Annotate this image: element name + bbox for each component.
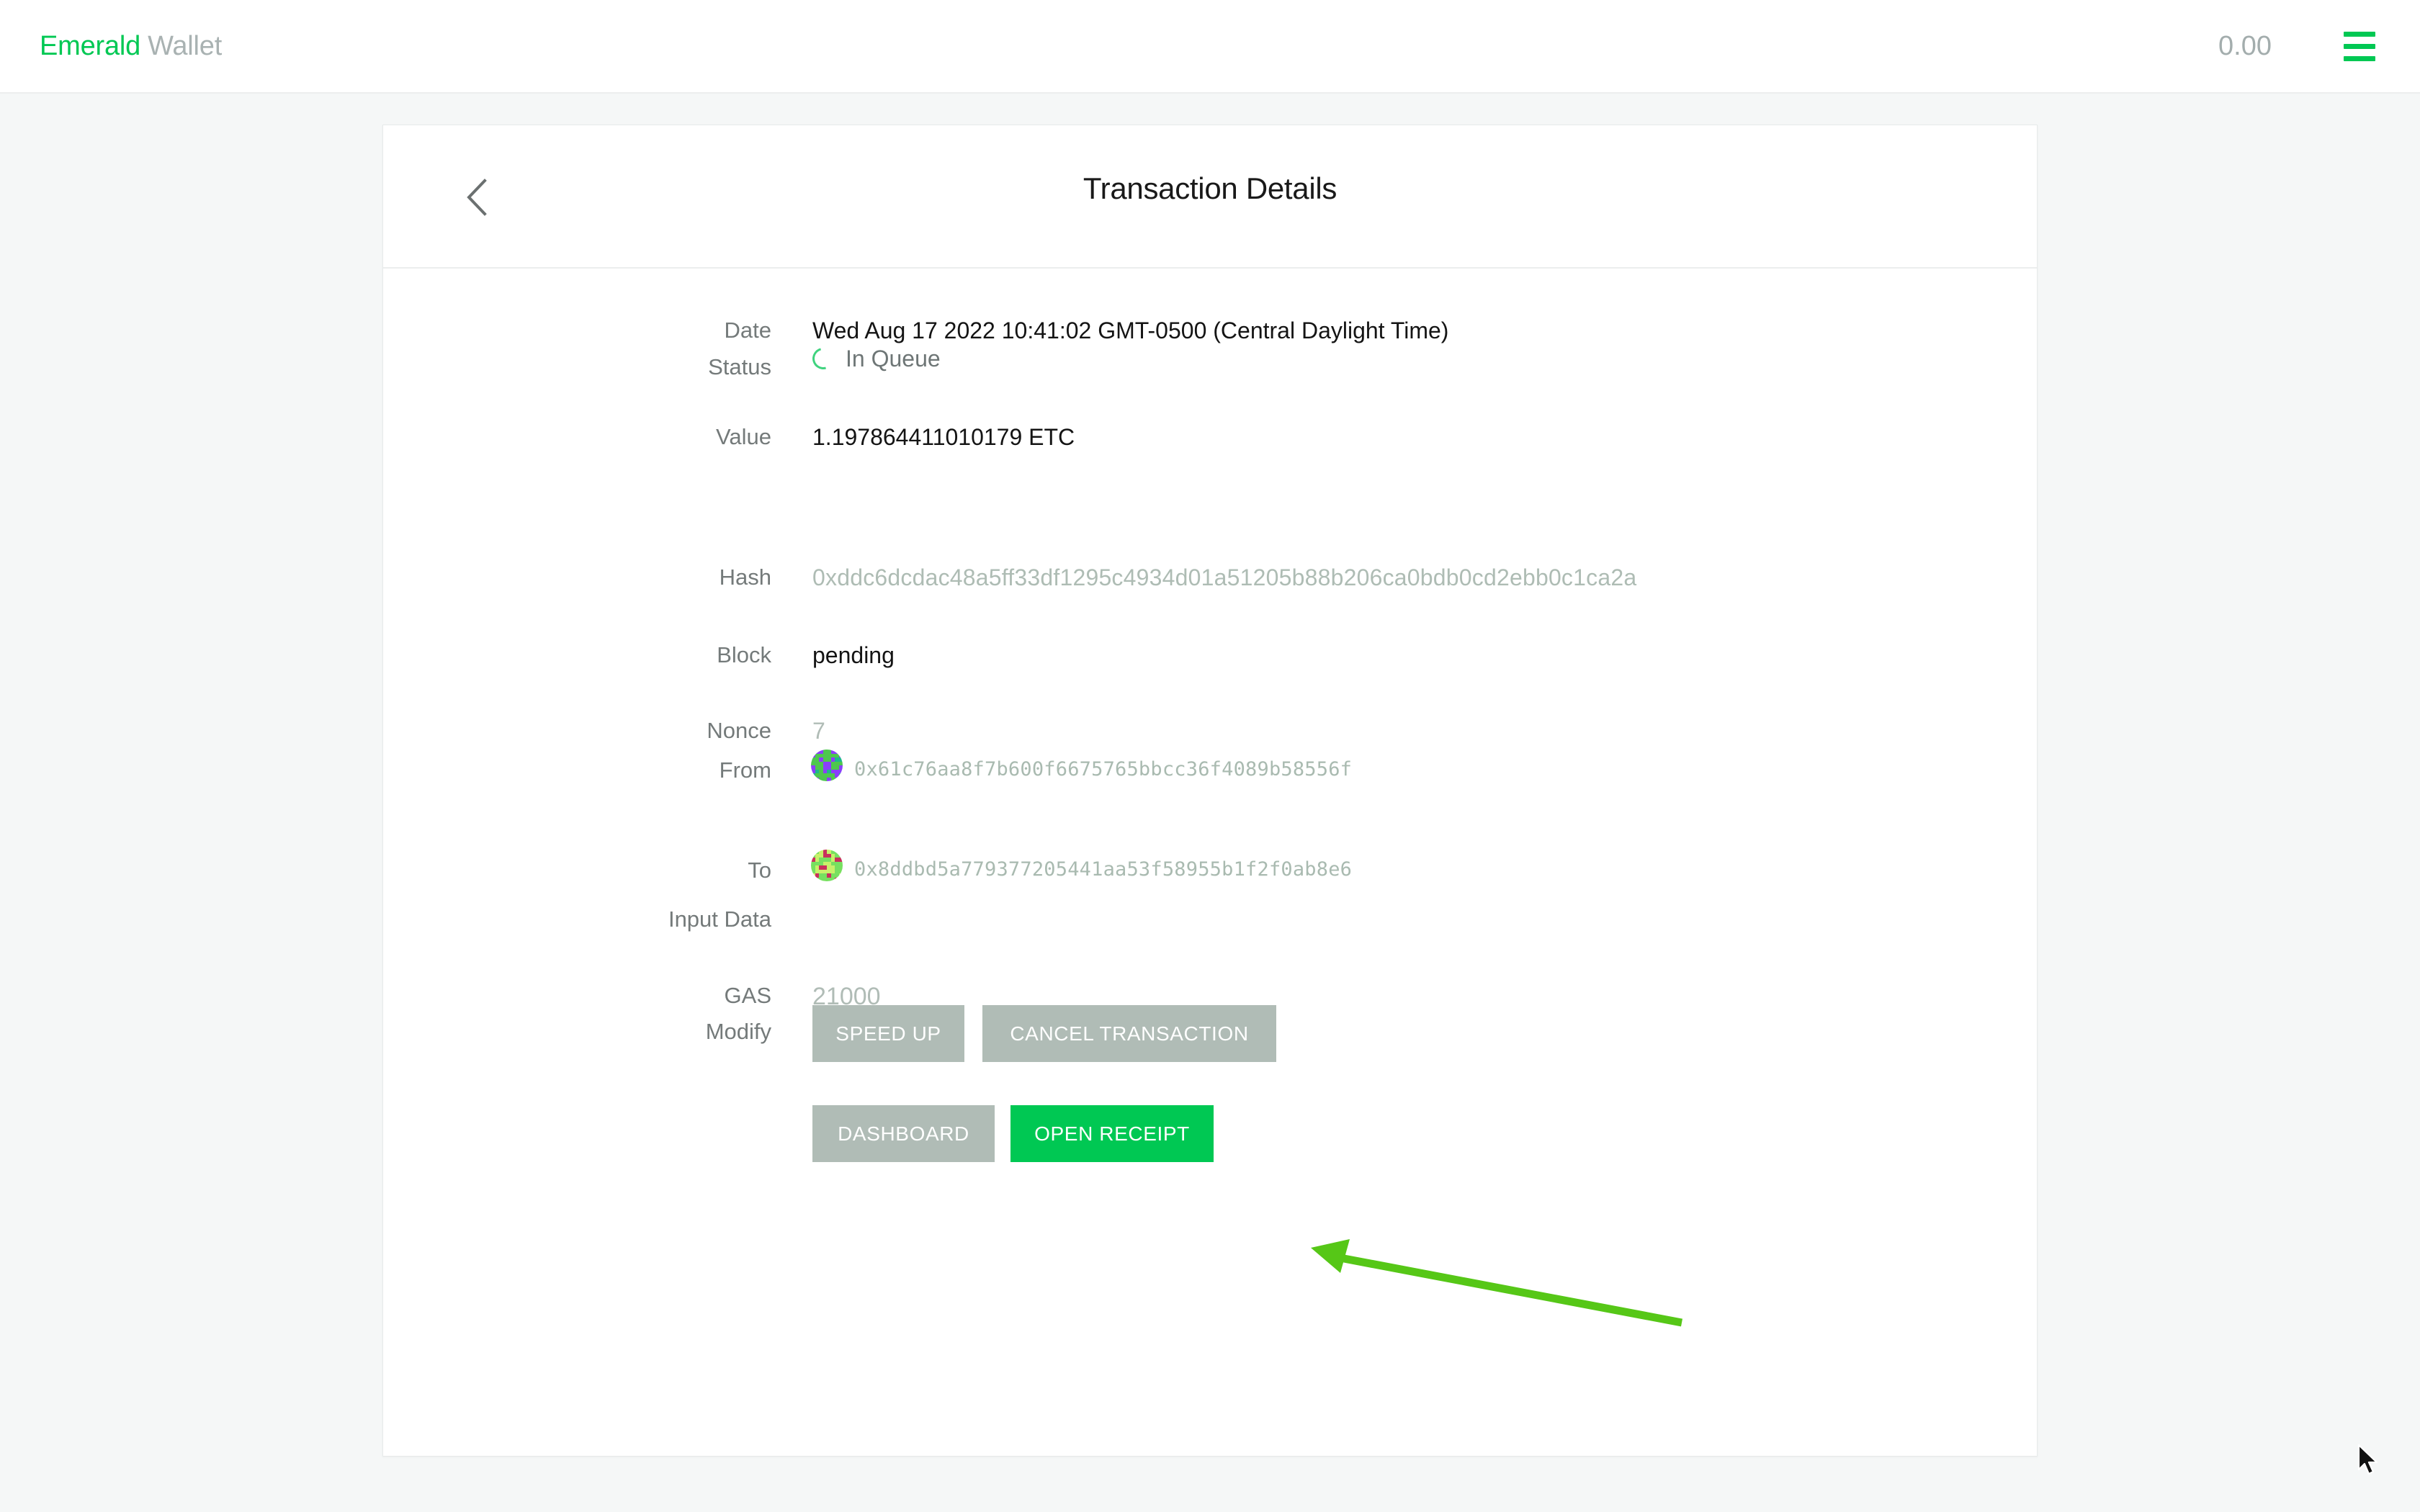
spinner-icon [808,343,838,374]
row-value-nonce: 7 [812,718,825,744]
row-label-hash: Hash [719,564,771,590]
row-value-block: pending [812,642,895,668]
row-label-block: Block [717,642,771,667]
identicon-cell [838,777,843,781]
identicon-cell [835,877,839,881]
transaction-details-card: Transaction Details Date Wed Aug 17 2022… [382,125,2038,1457]
identicon-cell [838,873,843,878]
avatar-to [811,850,843,881]
row-label-modify: Modify [705,1019,771,1044]
brand-primary-text: Emerald [40,30,141,61]
identicon-cell [811,750,815,754]
menu-bar-2 [2344,43,2375,49]
identicon-cell [811,777,815,781]
identicon-cell [838,750,843,754]
row-label-date: Date [724,318,771,343]
row-label-status: Status [708,354,771,379]
row-value-amount: 1.197864411010179 ETC [812,424,1075,450]
brand-secondary-text: Wallet [148,30,223,61]
identicon-cell [811,877,815,881]
status-text: In Queue [846,346,941,372]
menu-bar-3 [2344,55,2375,61]
open-receipt-button[interactable]: OPEN RECEIPT [1010,1105,1214,1162]
mouse-pointer-icon [2357,1444,2378,1475]
row-value-date: Wed Aug 17 2022 10:41:02 GMT-0500 (Centr… [812,318,1449,343]
card-header: Transaction Details [383,125,2037,269]
row-label-input-data: Input Data [668,906,771,932]
dashboard-button[interactable]: DASHBOARD [812,1105,995,1162]
page-title: Transaction Details [1083,171,1337,205]
row-label-from: From [719,757,771,783]
app-brand[interactable]: Emerald Wallet [40,31,222,62]
identicon-cell [835,777,839,781]
identicon-cell [838,877,843,881]
row-value-to-address[interactable]: 0x8ddbd5a779377205441aa53f58955b1f2f0ab8… [854,860,1352,879]
balance-value: 0.00 [2218,30,2272,61]
hamburger-menu-icon[interactable] [2336,24,2383,68]
row-value-from-address[interactable]: 0x61c76aa8f7b600f6675765bbcc36f4089b5855… [854,760,1352,779]
speed-up-button[interactable]: SPEED UP [812,1005,964,1062]
identicon-cell [838,850,843,854]
app-bar: Emerald Wallet 0.00 [0,0,2420,94]
identicon-cell [838,773,843,778]
avatar-from [811,750,843,781]
row-label-gas: GAS [724,983,771,1008]
app-bar-right-group: 0.00 [2218,24,2383,68]
row-label-to: To [748,858,771,883]
row-value-hash[interactable]: 0xddc6dcdac48a5ff33df1295c4934d01a51205b… [812,566,1636,589]
row-label-nonce: Nonce [707,718,771,743]
row-value-status: In Queue [808,343,941,374]
cancel-transaction-button[interactable]: CANCEL TRANSACTION [982,1005,1276,1062]
menu-bar-1 [2344,31,2375,37]
identicon-cell [811,850,815,854]
row-label-value: Value [716,424,771,449]
status-badge: In Queue [808,343,941,374]
